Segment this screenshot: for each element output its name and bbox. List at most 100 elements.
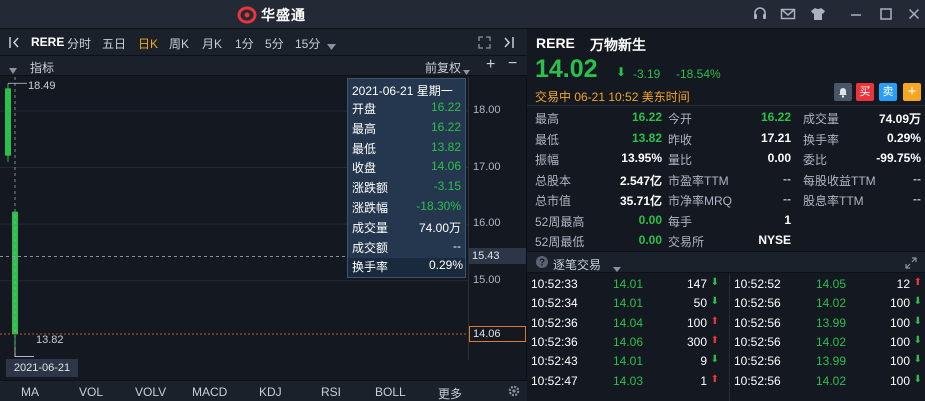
trades-header: ? 逐笔交易	[527, 251, 925, 273]
expand-right-icon[interactable]	[502, 36, 516, 52]
stat-value: -99.75%	[876, 151, 921, 165]
tab-weekly-k[interactable]: 周K	[169, 35, 189, 52]
indicator-tab[interactable]: VOLV	[135, 385, 166, 399]
stat-value: 16.22	[760, 110, 791, 124]
trade-time: 10:52:34	[531, 296, 578, 311]
alert-bell-icon[interactable]	[834, 83, 852, 101]
tab-1min[interactable]: 1分	[235, 35, 254, 52]
shirt-icon[interactable]	[810, 6, 826, 22]
buy-button[interactable]: 买	[856, 83, 874, 101]
indicator-tab[interactable]: KDJ	[259, 385, 282, 399]
tooltip-label: 最低	[352, 141, 377, 156]
up-arrow-icon: ⬆	[710, 334, 719, 346]
stat-value: 0.00	[638, 233, 662, 247]
tooltip-row: 涨跌额 -3.15	[352, 179, 463, 198]
indicator-tab[interactable]: MA	[21, 385, 39, 399]
trade-row: 10:52:43 14.01 9 ⬇	[527, 352, 723, 371]
close-icon[interactable]	[906, 6, 922, 22]
ohlc-tooltip: 2021-06-21 星期一 开盘 16.22 最高 16.22 最低 13.82 收盘 14…	[347, 78, 466, 278]
indicator-label[interactable]: 指标	[30, 59, 54, 76]
stat-label: 股息率TTM	[803, 194, 864, 208]
maximize-icon[interactable]	[878, 6, 894, 22]
trade-row: 10:52:36 14.04 100 ⬆	[527, 314, 723, 333]
trade-price: 14.02	[816, 334, 847, 349]
collapse-left-icon[interactable]	[8, 36, 22, 52]
chart-candles	[5, 83, 18, 348]
down-arrow-icon: ⬇	[913, 315, 922, 327]
remove-indicator-icon[interactable]: −	[508, 55, 517, 73]
stat-value: --	[913, 171, 921, 186]
stat-value: 13.95%	[621, 151, 662, 165]
trade-qty: 1	[700, 373, 707, 388]
trade-price: 14.03	[613, 373, 644, 388]
stat-value: 0.00	[767, 151, 791, 165]
help-icon[interactable]: ?	[535, 255, 549, 272]
trades-title: 逐笔交易	[553, 258, 602, 272]
timeframe-dropdown-icon[interactable]	[327, 39, 336, 53]
trade-qty: 147	[686, 277, 707, 291]
trade-row: 10:52:47 14.03 1 ⬆	[527, 372, 723, 391]
tab-intraday[interactable]: 分时	[67, 35, 91, 52]
tab-daily-k[interactable]: 日K	[138, 35, 158, 52]
trade-time: 10:52:56	[734, 296, 781, 311]
trade-qty: 50	[693, 296, 707, 311]
sell-button[interactable]: 卖	[879, 83, 897, 101]
tab-five-day[interactable]: 五日	[102, 35, 126, 52]
stat-label: 换手率	[803, 132, 840, 147]
tooltip-row: 换手率 0.29%	[348, 258, 465, 278]
indicator-tab[interactable]: VOL	[79, 385, 103, 399]
chart-panel: RERE 分时 五日 日K 周K 月K 1分 5分 15分 指标 前复权 + −	[0, 29, 527, 401]
y-tick-label: 17.00	[473, 160, 501, 173]
trades-dropdown-icon[interactable]	[613, 261, 621, 275]
headset-icon[interactable]	[752, 6, 768, 22]
stat-value: NYSE	[758, 233, 791, 247]
trade-price: 14.02	[816, 373, 847, 388]
trade-time: 10:52:47	[531, 373, 578, 388]
low-price-label: 13.82	[36, 334, 64, 346]
price-change: -3.19	[633, 67, 661, 81]
tooltip-value: -3.15	[433, 179, 461, 194]
indicator-tab[interactable]: 更多	[438, 385, 462, 401]
stat-value: 16.22	[631, 110, 662, 124]
adjust-select[interactable]: 前复权	[425, 59, 461, 76]
current-price-label: 14.06	[469, 325, 526, 342]
add-indicator-icon[interactable]: +	[486, 56, 495, 74]
mail-icon[interactable]	[780, 6, 796, 22]
candle-body	[5, 88, 11, 156]
trade-price: 14.06	[613, 334, 644, 349]
up-arrow-icon: ⬆	[710, 373, 719, 385]
trade-row: 10:52:33 14.01 147 ⬇	[527, 275, 723, 294]
stat-label: 总股本	[535, 173, 572, 188]
tab-monthly-k[interactable]: 月K	[202, 35, 222, 52]
stat-label: 成交量	[803, 112, 840, 126]
tooltip-value: 74.00万	[418, 220, 461, 235]
stat-value: 35.71亿	[619, 194, 662, 208]
trade-qty: 100	[889, 373, 910, 388]
tab-15min[interactable]: 15分	[295, 35, 320, 52]
add-watchlist-icon[interactable]: +	[903, 83, 921, 101]
chart-toolbar: RERE 分时 五日 日K 周K 月K 1分 5分 15分	[0, 29, 527, 56]
tooltip-value: 16.22	[430, 100, 461, 114]
tab-5min[interactable]: 5分	[265, 35, 284, 52]
trade-row: 10:52:56 13.99 100 ⬇	[730, 352, 925, 371]
tooltip-label: 成交量	[352, 220, 389, 235]
trade-price: 14.04	[613, 315, 644, 330]
minimize-icon[interactable]	[848, 6, 864, 22]
up-arrow-icon: ⬆	[710, 315, 719, 327]
trade-row: 10:52:36 14.06 300 ⬆	[527, 333, 723, 352]
settings-gear-icon[interactable]	[507, 384, 521, 401]
expand-trades-icon[interactable]	[905, 257, 917, 272]
indicator-tab[interactable]: RSI	[321, 385, 341, 399]
indicator-collapse-icon[interactable]	[9, 63, 17, 77]
indicator-tab[interactable]: MACD	[192, 385, 227, 399]
quote-name: 万物新生	[590, 37, 646, 53]
fullscreen-icon[interactable]	[478, 36, 491, 52]
stat-label: 市净率MRQ	[668, 194, 732, 208]
stat-value: 74.09万	[878, 112, 921, 126]
trade-time: 10:52:36	[531, 315, 578, 330]
indicator-tab[interactable]: BOLL	[375, 385, 406, 399]
tooltip-row: 收盘 14.06	[352, 159, 463, 178]
tooltip-row: 最低 13.82	[352, 140, 463, 159]
adjust-dropdown-icon[interactable]	[463, 64, 470, 78]
stat-value: --	[783, 171, 791, 186]
